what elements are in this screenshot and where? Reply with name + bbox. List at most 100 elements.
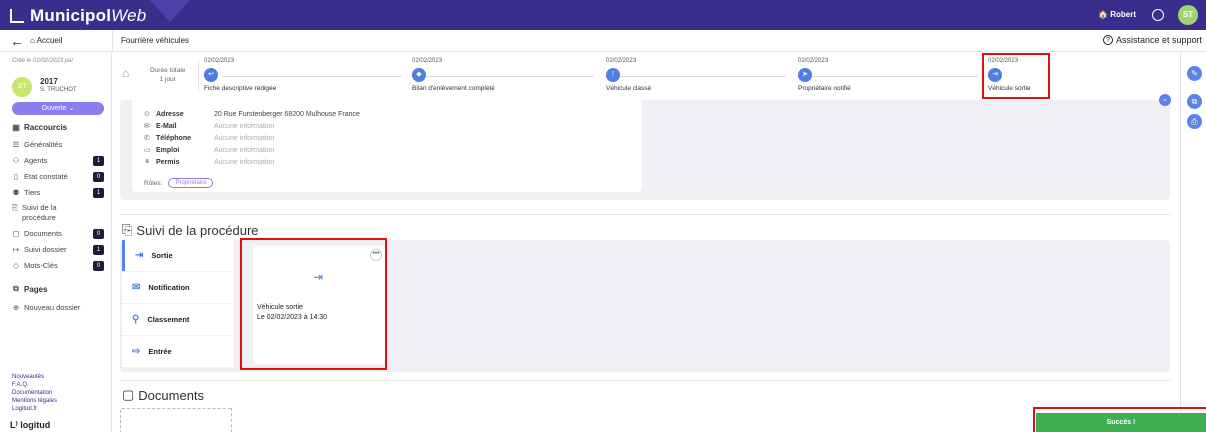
count-badge: 0 xyxy=(93,228,104,239)
back-arrow-icon[interactable]: ← xyxy=(10,33,24,49)
tiers-panel: ⊙ Adresse 20 Rue Furstenberger 68200 Mul… xyxy=(120,94,1171,200)
info-row-email: ✉ E-Mail Aucune information xyxy=(144,122,275,131)
document-icon: ▢ xyxy=(122,387,135,402)
plus-icon: ⊕ xyxy=(12,303,20,312)
agents-icon: ⚇ xyxy=(12,156,20,165)
avatar[interactable]: ST xyxy=(1178,5,1198,25)
tag-icon: ◇ xyxy=(13,261,19,270)
count-badge: 1 xyxy=(93,155,104,166)
highlight-box-toast xyxy=(1033,407,1206,432)
status-dropdown[interactable]: Ouverte ⌄ xyxy=(12,102,104,115)
list-icon: ☰ xyxy=(12,140,20,149)
location-icon: ⊙ xyxy=(144,111,150,118)
help-icon: ? xyxy=(1102,35,1113,45)
expand-down-button[interactable]: ⌄ xyxy=(1159,94,1171,106)
sidebar-item-suivi-procedure[interactable]: ⎘ Suivi de la procédure xyxy=(12,203,72,223)
sidebar-item-generalites[interactable]: ☰ Généralités xyxy=(12,140,104,149)
headset-icon[interactable] xyxy=(1152,9,1164,21)
section-divider xyxy=(120,214,1170,215)
right-rail: ✎ ⧉ ⎙ xyxy=(1180,52,1206,432)
sidebar-item-pages[interactable]: ⧉ Pages xyxy=(12,284,104,294)
step-icon: ➤ xyxy=(798,68,812,82)
section-divider xyxy=(120,380,1170,381)
footer-link-docs[interactable]: Documentation xyxy=(12,390,52,396)
total-duration: Durée totale 1 jour xyxy=(150,67,186,83)
documents-section-title: ▢ Documents xyxy=(122,387,205,403)
footer-link-logitud[interactable]: Logitud.fr xyxy=(12,406,37,412)
procedure-icon: ⎘ xyxy=(122,222,133,237)
count-badge: 0 xyxy=(93,171,104,182)
sidebar-item-suivi-dossier[interactable]: ↦ Suivi dossier 1 xyxy=(12,244,104,255)
tiers-card: ⊙ Adresse 20 Rue Furstenberger 68200 Mul… xyxy=(132,100,642,192)
author-avatar: ST xyxy=(12,77,32,97)
step-icon: ↩ xyxy=(204,68,218,82)
footer-link-news[interactable]: Nouveautés xyxy=(12,374,44,380)
footer-link-legal[interactable]: Mentions légales xyxy=(12,398,57,404)
duration-divider xyxy=(198,60,199,92)
left-sidebar: Créé le 02/02/2023 par ST 2017 S. TRUCHO… xyxy=(0,52,112,432)
sidebar-item-agents[interactable]: ⚇ Agents 1 xyxy=(12,155,104,166)
timeline-step-notifie[interactable]: 02/02/2023 ➤ Propriétaire notifié xyxy=(798,58,851,92)
logo-wedge xyxy=(150,0,190,22)
print-icon[interactable]: ⎙ xyxy=(1187,114,1202,129)
user-menu[interactable]: 🏠 Robert xyxy=(1098,10,1136,19)
people-icon: ⚉ xyxy=(12,188,20,197)
timeline-step-fiche[interactable]: 02/02/2023 ↩ Fiche descriptive rédigée xyxy=(204,58,276,92)
footer-link-faq[interactable]: F.A.Q. xyxy=(12,382,29,388)
page-title: Fourrière véhicules xyxy=(121,36,190,45)
assistance-link[interactable]: ? Assistance et support xyxy=(1102,35,1202,45)
procedure-item-classement[interactable]: ⚲ Classement xyxy=(122,304,234,335)
step-icon: ◆ xyxy=(412,68,426,82)
external-page-icon: ⧉ xyxy=(13,284,19,293)
shortcuts-heading: ▦ Raccourcis xyxy=(12,123,68,132)
breadcrumb-divider xyxy=(112,30,113,52)
shortcuts-icon: ▦ xyxy=(12,123,20,132)
count-badge: 1 xyxy=(93,187,104,198)
timeline-step-classe[interactable]: 02/02/2023 ! Véhicule classé xyxy=(606,58,651,92)
sidebar-item-mots-cles[interactable]: ◇ Mots-Clés 0 xyxy=(12,260,104,271)
procedure-item-sortie[interactable]: ⇥ Sortie xyxy=(122,240,234,271)
bank-icon: ⌂ xyxy=(122,66,130,80)
phone-icon: ✆ xyxy=(144,135,150,142)
logo-mark-icon xyxy=(10,9,24,23)
mail-icon: ✉ xyxy=(132,282,141,293)
count-badge: 0 xyxy=(93,260,104,271)
highlight-box-procedure xyxy=(240,238,387,370)
document-drop-zone[interactable] xyxy=(120,408,232,432)
new-folder-link[interactable]: ⊕ Nouveau dossier xyxy=(12,303,104,312)
app-logo[interactable]: MunicipolWeb xyxy=(10,6,146,26)
home-link[interactable]: ⌂ Accueil xyxy=(30,36,62,45)
info-row-adresse: ⊙ Adresse 20 Rue Furstenberger 68200 Mul… xyxy=(144,110,360,119)
step-icon: ! xyxy=(606,68,620,82)
arrow-icon: ↦ xyxy=(12,245,20,254)
app-name: MunicipolWeb xyxy=(30,6,147,25)
info-row-telephone: ✆ Téléphone Aucune information xyxy=(144,134,275,143)
enter-icon: ⇨ xyxy=(132,346,141,357)
exit-icon: ⇥ xyxy=(135,250,144,261)
timeline-step-bilan[interactable]: 02/02/2023 ◆ Bilan d'enlèvement complété xyxy=(412,58,495,92)
info-row-emploi: ▭ Emploi Aucune information xyxy=(144,146,275,155)
top-bar: MunicipolWeb 🏠 Robert ST xyxy=(0,0,1206,30)
logitud-logo: L⁾ logitud xyxy=(10,420,51,430)
procedure-item-entree[interactable]: ⇨ Entrée xyxy=(122,336,234,367)
assistance-label: Assistance et support xyxy=(1115,35,1202,45)
search-icon: ⚲ xyxy=(132,314,140,325)
highlight-box-timeline xyxy=(982,53,1050,99)
procedure-item-notification[interactable]: ✉ Notification xyxy=(122,272,234,303)
roles-row: Rôles: Propriétaire xyxy=(144,178,214,188)
count-badge: 1 xyxy=(93,244,104,255)
folder-year: 2017 xyxy=(40,77,58,86)
sidebar-item-tiers[interactable]: ⚉ Tiers 1 xyxy=(12,187,104,198)
role-pill: Propriétaire xyxy=(168,178,214,188)
info-row-permis: ⚘ Permis Aucune information xyxy=(144,158,275,167)
copy-icon[interactable]: ⧉ xyxy=(1187,94,1202,109)
procedure-icon: ⎘ xyxy=(12,203,18,212)
edit-icon[interactable]: ✎ xyxy=(1187,66,1202,81)
created-by-label: Créé le 02/02/2023 par xyxy=(12,58,74,64)
sidebar-item-documents[interactable]: ▢ Documents 0 xyxy=(12,228,104,239)
author-name: S. TRUCHOT xyxy=(40,87,77,93)
sidebar-item-etat-constate[interactable]: ▯ Etat constaté 0 xyxy=(12,171,104,182)
job-icon: ▭ xyxy=(144,147,151,154)
document-icon: ▢ xyxy=(12,229,20,238)
check-icon: ▯ xyxy=(13,172,19,181)
